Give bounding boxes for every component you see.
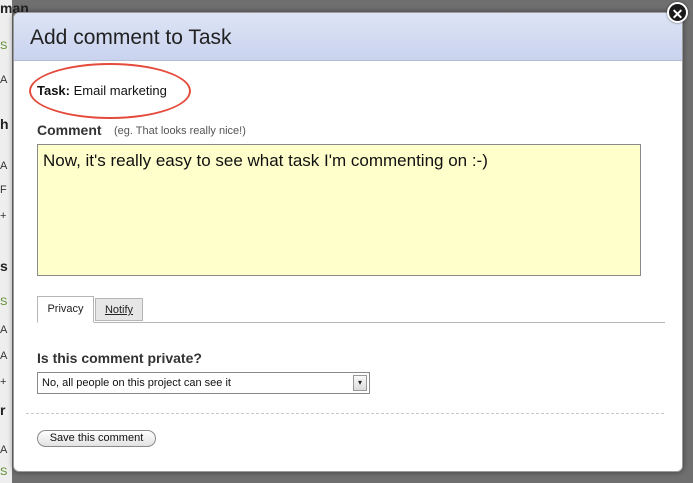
background-fragment: S	[0, 296, 8, 308]
dashed-divider	[26, 413, 664, 414]
private-question: Is this comment private?	[37, 350, 202, 366]
background-fragment: r	[0, 402, 6, 418]
background-page: man S Ah A F + s S A A + r A S	[0, 0, 29, 483]
background-fragment: +	[0, 210, 7, 222]
comment-hint: (eg. That looks really nice!)	[114, 125, 246, 137]
background-fragment: A	[0, 350, 8, 362]
background-fragment: h	[0, 116, 9, 132]
background-fragment: A	[0, 74, 8, 86]
comment-textarea[interactable]	[37, 144, 641, 276]
tab-privacy[interactable]: Privacy	[37, 296, 94, 323]
close-icon[interactable]: ✕	[667, 2, 688, 23]
background-fragment: S	[0, 466, 8, 478]
save-comment-button[interactable]: Save this comment	[37, 430, 156, 447]
add-comment-dialog: Add comment to Task Task: Email marketin…	[13, 12, 683, 472]
background-fragment: F	[0, 184, 7, 196]
background-fragment: S	[0, 40, 8, 52]
chevron-down-icon[interactable]: ▾	[353, 375, 367, 391]
background-fragment: s	[0, 258, 8, 274]
comment-label: Comment	[37, 122, 102, 138]
task-line: Task: Email marketing	[37, 83, 167, 98]
background-fragment: man	[0, 0, 29, 16]
privacy-select[interactable]: No, all people on this project can see i…	[37, 372, 370, 394]
dialog-header: Add comment to Task	[14, 13, 682, 61]
background-fragment: A	[0, 160, 8, 172]
privacy-select-value: No, all people on this project can see i…	[42, 377, 231, 389]
background-fragment: A	[0, 444, 8, 456]
tab-notify[interactable]: Notify	[95, 298, 143, 321]
comment-tabs: Privacy Notify	[37, 296, 665, 323]
dialog-title: Add comment to Task	[30, 26, 232, 49]
task-label: Task:	[37, 83, 70, 98]
task-name: Email marketing	[73, 83, 167, 98]
background-fragment: +	[0, 376, 7, 388]
background-fragment: A	[0, 324, 8, 336]
